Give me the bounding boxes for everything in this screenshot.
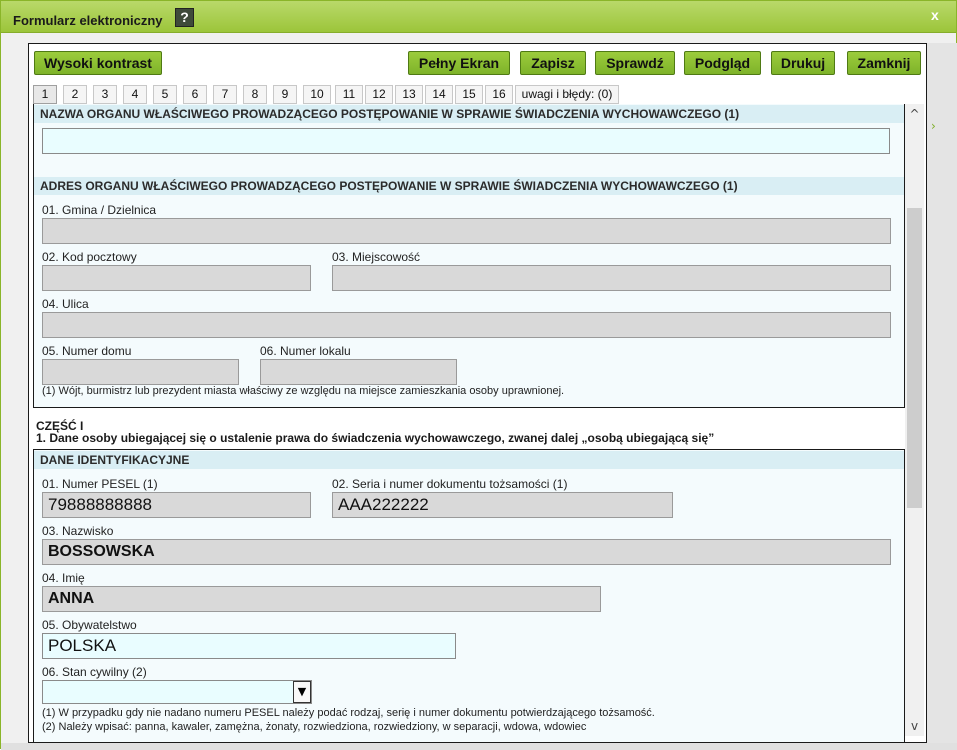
tab-1[interactable]: 1 xyxy=(33,85,57,104)
postal-code-field[interactable] xyxy=(42,265,311,291)
organ-footnote: (1) Wójt, burmistrz lub prezydent miasta… xyxy=(42,385,565,397)
marital-status-select[interactable] xyxy=(42,680,312,704)
identity-note-2: (2) Należy wpisać: panna, kawaler, zamęż… xyxy=(42,721,587,733)
organ-section: NAZWA ORGANU WŁAŚCIWEGO PROWADZĄCEGO POS… xyxy=(33,104,905,408)
gmina-label: 01. Gmina / Dzielnica xyxy=(42,203,157,217)
tab-13[interactable]: 13 xyxy=(395,85,423,104)
citizenship-label: 05. Obywatelstwo xyxy=(42,618,137,632)
postal-code-label: 02. Kod pocztowy xyxy=(42,250,137,264)
close-icon[interactable]: x xyxy=(931,7,939,23)
dialog-titlebar: Formularz elektroniczny ? x xyxy=(1,1,956,33)
scrollbar-thumb[interactable] xyxy=(907,208,922,508)
gmina-field[interactable] xyxy=(42,218,891,244)
form-content[interactable]: NAZWA ORGANU WŁAŚCIWEGO PROWADZĄCEGO POS… xyxy=(33,104,905,742)
house-number-field[interactable] xyxy=(42,359,239,385)
citizenship-field[interactable]: POLSKA xyxy=(42,633,456,659)
background-page-edge: › xyxy=(927,43,957,743)
tab-2[interactable]: 2 xyxy=(63,85,87,104)
preview-button[interactable]: Podgląd xyxy=(684,51,761,75)
chevron-down-icon[interactable]: ▼ xyxy=(293,681,311,703)
street-field[interactable] xyxy=(42,312,891,338)
tab-11[interactable]: 11 xyxy=(335,85,363,104)
house-number-label: 05. Numer domu xyxy=(42,344,132,358)
tab-4[interactable]: 4 xyxy=(123,85,147,104)
vertical-scrollbar[interactable]: ^ v xyxy=(905,104,924,736)
tab-14[interactable]: 14 xyxy=(425,85,453,104)
tab-8[interactable]: 8 xyxy=(243,85,267,104)
form-dialog: Formularz elektroniczny ? x › Wysoki kon… xyxy=(0,0,957,750)
surname-label: 03. Nazwisko xyxy=(42,524,114,538)
help-icon[interactable]: ? xyxy=(175,8,194,27)
chevron-right-icon: › xyxy=(931,119,936,133)
chevron-down-icon[interactable]: v xyxy=(907,718,922,734)
form-frame: Wysoki kontrast Pełny Ekran Zapisz Spraw… xyxy=(28,43,927,743)
close-button[interactable]: Zamknij xyxy=(847,51,921,75)
tab-7[interactable]: 7 xyxy=(213,85,237,104)
tab-12[interactable]: 12 xyxy=(365,85,393,104)
fullscreen-button[interactable]: Pełny Ekran xyxy=(408,51,510,75)
first-name-label: 04. Imię xyxy=(42,571,85,585)
surname-field[interactable]: BOSSOWSKA xyxy=(42,539,891,565)
tab-5[interactable]: 5 xyxy=(153,85,177,104)
pesel-label: 01. Numer PESEL (1) xyxy=(42,477,158,491)
tab-6[interactable]: 6 xyxy=(183,85,207,104)
save-button[interactable]: Zapisz xyxy=(520,51,586,75)
tab-3[interactable]: 3 xyxy=(93,85,117,104)
street-label: 04. Ulica xyxy=(42,297,89,311)
identity-section: DANE IDENTYFIKACYJNE 01. Numer PESEL (1)… xyxy=(33,449,905,742)
dialog-title: Formularz elektroniczny xyxy=(13,13,163,28)
identity-header: DANE IDENTYFIKACYJNE xyxy=(34,451,904,469)
tab-10[interactable]: 10 xyxy=(303,85,331,104)
id-document-label: 02. Seria i numer dokumentu tożsamości (… xyxy=(332,477,568,491)
organ-name-header: NAZWA ORGANU WŁAŚCIWEGO PROWADZĄCEGO POS… xyxy=(34,105,904,123)
pesel-field[interactable]: 79888888888 xyxy=(42,492,311,518)
apartment-number-label: 06. Numer lokalu xyxy=(260,344,351,358)
first-name-field[interactable]: ANNA xyxy=(42,586,601,612)
organ-address-header: ADRES ORGANU WŁAŚCIWEGO PROWADZĄCEGO POS… xyxy=(34,177,904,195)
identity-note-1: (1) W przypadku gdy nie nadano numeru PE… xyxy=(42,707,655,719)
marital-status-label: 06. Stan cywilny (2) xyxy=(42,665,147,679)
city-label: 03. Miejscowość xyxy=(332,250,421,264)
chevron-up-icon[interactable]: ^ xyxy=(907,106,922,122)
print-button[interactable]: Drukuj xyxy=(771,51,835,75)
tab-15[interactable]: 15 xyxy=(455,85,483,104)
tab-9[interactable]: 9 xyxy=(273,85,297,104)
organ-name-input[interactable] xyxy=(42,128,890,154)
check-button[interactable]: Sprawdź xyxy=(595,51,675,75)
tab-16[interactable]: 16 xyxy=(485,85,513,104)
part-subtitle: 1. Dane osoby ubiegającej się o ustaleni… xyxy=(36,431,715,445)
high-contrast-button[interactable]: Wysoki kontrast xyxy=(34,51,162,75)
id-document-field[interactable]: AAA222222 xyxy=(332,492,673,518)
city-field[interactable] xyxy=(332,265,891,291)
apartment-number-field[interactable] xyxy=(260,359,457,385)
tab-remarks[interactable]: uwagi i błędy: (0) xyxy=(515,85,619,104)
